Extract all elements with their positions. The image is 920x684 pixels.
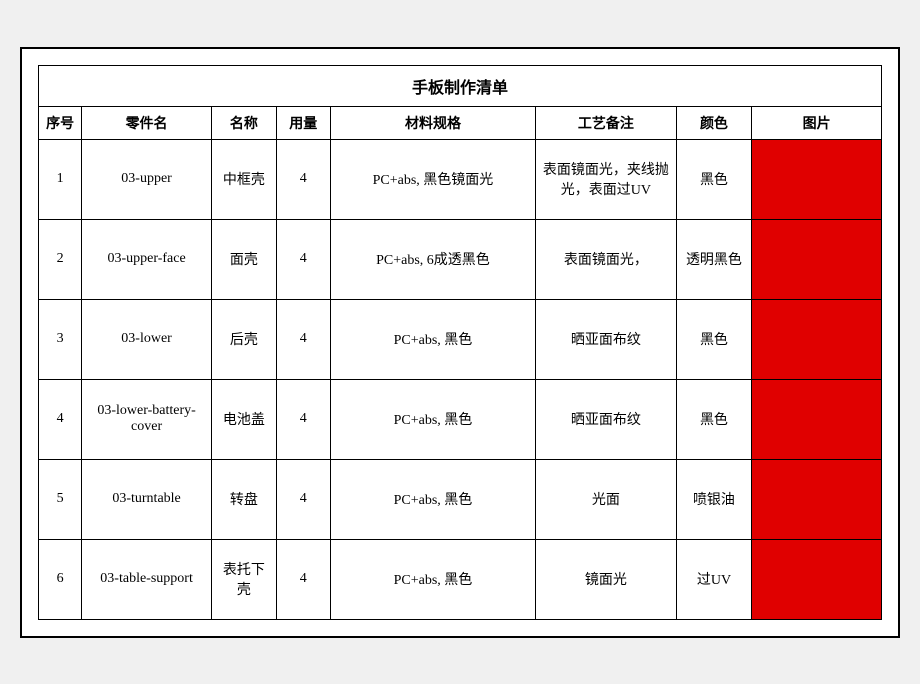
cell-color: 黑色 [676, 379, 752, 459]
header-name: 名称 [211, 106, 276, 139]
cell-process: 晒亚面布纹 [536, 379, 677, 459]
cell-process: 光面 [536, 459, 677, 539]
cell-color: 黑色 [676, 299, 752, 379]
title-row: 手板制作清单 [39, 65, 882, 106]
cell-image [752, 299, 882, 379]
table-body: 103-upper中框壳4PC+abs, 黑色镜面光表面镜面光，夹线抛光，表面过… [39, 139, 882, 619]
cell-spec: PC+abs, 黑色 [330, 459, 535, 539]
cell-part: 03-lower [82, 299, 212, 379]
cell-image [752, 459, 882, 539]
cell-color: 黑色 [676, 139, 752, 219]
cell-color: 透明黑色 [676, 219, 752, 299]
cell-seq: 4 [39, 379, 82, 459]
cell-spec: PC+abs, 黑色 [330, 539, 535, 619]
cell-qty: 4 [276, 539, 330, 619]
cell-seq: 1 [39, 139, 82, 219]
cell-qty: 4 [276, 139, 330, 219]
cell-image [752, 539, 882, 619]
cell-name: 中框壳 [211, 139, 276, 219]
main-table: 手板制作清单 序号 零件名 名称 用量 材料规格 工艺备注 颜色 图片 103-… [38, 65, 882, 620]
cell-qty: 4 [276, 299, 330, 379]
table-row: 403-lower-battery-cover电池盖4PC+abs, 黑色晒亚面… [39, 379, 882, 459]
cell-process: 表面镜面光， [536, 219, 677, 299]
table-title: 手板制作清单 [39, 65, 882, 106]
cell-seq: 2 [39, 219, 82, 299]
cell-image [752, 139, 882, 219]
header-process: 工艺备注 [536, 106, 677, 139]
cell-image [752, 379, 882, 459]
cell-spec: PC+abs, 黑色 [330, 379, 535, 459]
header-spec: 材料规格 [330, 106, 535, 139]
cell-qty: 4 [276, 219, 330, 299]
header-seq: 序号 [39, 106, 82, 139]
table-row: 603-table-support表托下壳4PC+abs, 黑色镜面光过UV [39, 539, 882, 619]
page-container: 手板制作清单 序号 零件名 名称 用量 材料规格 工艺备注 颜色 图片 103-… [20, 47, 900, 638]
cell-seq: 6 [39, 539, 82, 619]
cell-seq: 3 [39, 299, 82, 379]
cell-color: 过UV [676, 539, 752, 619]
cell-part: 03-upper-face [82, 219, 212, 299]
cell-part: 03-upper [82, 139, 212, 219]
cell-name: 电池盖 [211, 379, 276, 459]
cell-name: 面壳 [211, 219, 276, 299]
cell-spec: PC+abs, 黑色 [330, 299, 535, 379]
table-row: 103-upper中框壳4PC+abs, 黑色镜面光表面镜面光，夹线抛光，表面过… [39, 139, 882, 219]
cell-seq: 5 [39, 459, 82, 539]
cell-qty: 4 [276, 459, 330, 539]
cell-name: 后壳 [211, 299, 276, 379]
table-row: 203-upper-face面壳4PC+abs, 6成透黑色表面镜面光，透明黑色 [39, 219, 882, 299]
header-color: 颜色 [676, 106, 752, 139]
cell-part: 03-table-support [82, 539, 212, 619]
cell-process: 镜面光 [536, 539, 677, 619]
cell-name: 表托下壳 [211, 539, 276, 619]
table-row: 503-turntable转盘4PC+abs, 黑色光面喷银油 [39, 459, 882, 539]
cell-qty: 4 [276, 379, 330, 459]
cell-part: 03-turntable [82, 459, 212, 539]
header-image: 图片 [752, 106, 882, 139]
cell-color: 喷银油 [676, 459, 752, 539]
cell-name: 转盘 [211, 459, 276, 539]
cell-part: 03-lower-battery-cover [82, 379, 212, 459]
cell-spec: PC+abs, 黑色镜面光 [330, 139, 535, 219]
cell-spec: PC+abs, 6成透黑色 [330, 219, 535, 299]
header-row: 序号 零件名 名称 用量 材料规格 工艺备注 颜色 图片 [39, 106, 882, 139]
cell-process: 晒亚面布纹 [536, 299, 677, 379]
cell-image [752, 219, 882, 299]
table-row: 303-lower后壳4PC+abs, 黑色晒亚面布纹黑色 [39, 299, 882, 379]
header-part: 零件名 [82, 106, 212, 139]
header-qty: 用量 [276, 106, 330, 139]
cell-process: 表面镜面光，夹线抛光，表面过UV [536, 139, 677, 219]
